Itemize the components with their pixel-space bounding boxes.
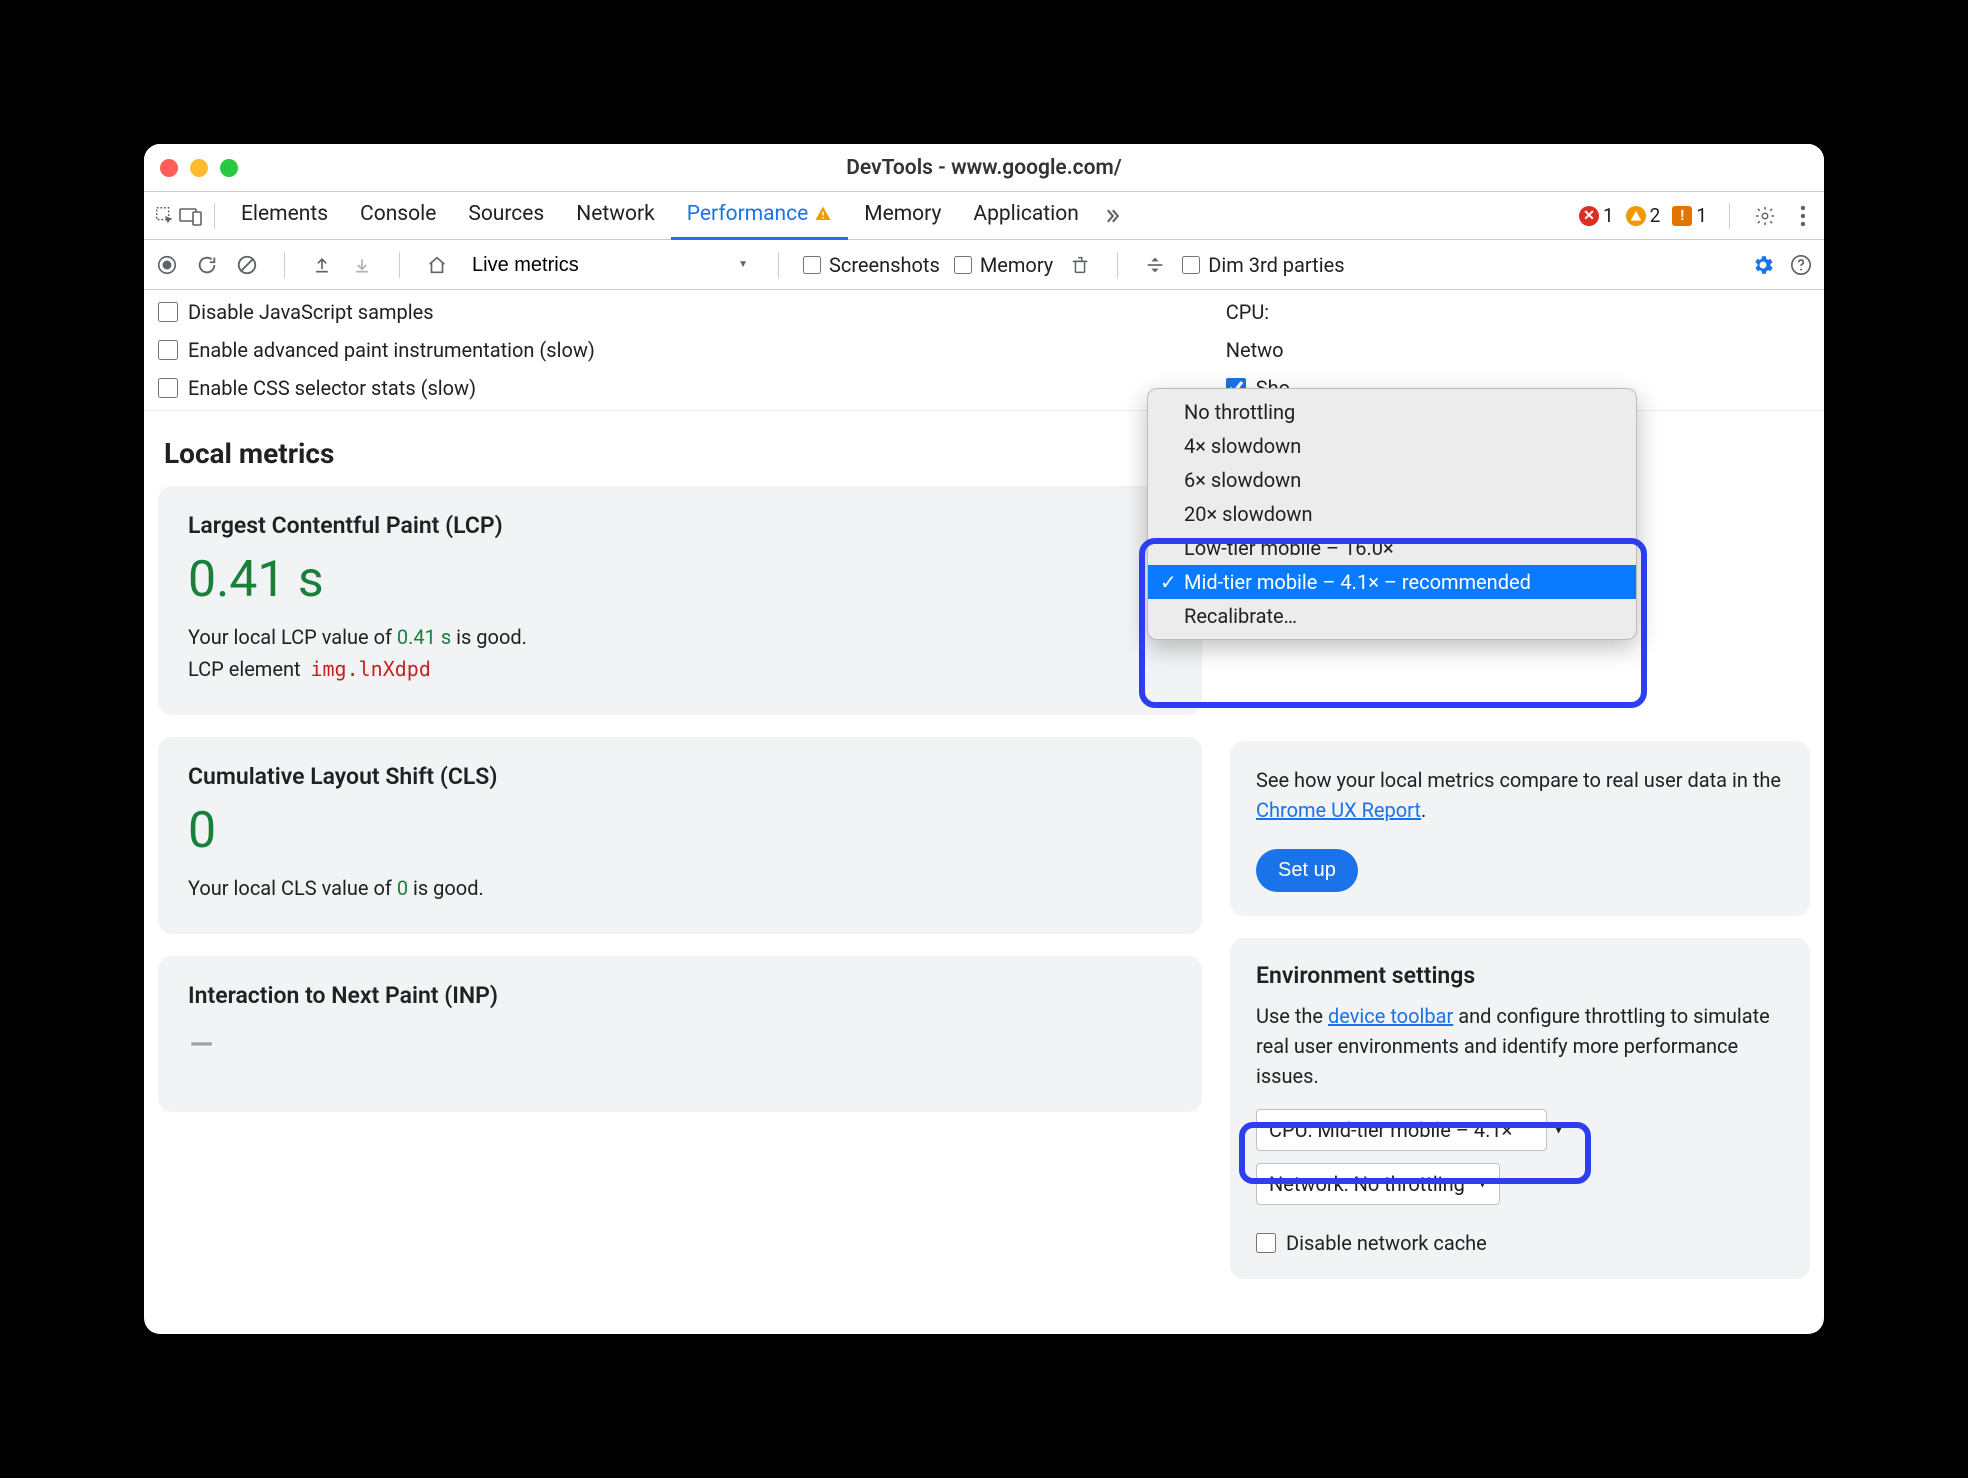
titlebar: DevTools - www.google.com/ (144, 144, 1824, 192)
network-throttle-label: Netwo (1226, 338, 1290, 362)
inp-title: Interaction to Next Paint (INP) (188, 982, 1172, 1009)
panel-settings-icon[interactable] (1750, 252, 1776, 278)
tab-performance[interactable]: Performance (671, 192, 848, 240)
reload-icon[interactable] (194, 252, 220, 278)
more-tabs-icon[interactable] (1099, 203, 1125, 229)
lcp-element-link[interactable]: img.lnXdpd (310, 657, 430, 681)
disable-js-checkbox[interactable]: Disable JavaScript samples (158, 300, 595, 324)
tab-sources[interactable]: Sources (452, 192, 560, 240)
lcp-title: Largest Contentful Paint (LCP) (188, 512, 1172, 539)
inspect-icon[interactable] (152, 203, 178, 229)
tab-memory[interactable]: Memory (848, 192, 957, 240)
inp-card: Interaction to Next Paint (INP) – (158, 956, 1202, 1112)
cpu-option-6x[interactable]: 6× slowdown (1148, 463, 1636, 497)
main-tabbar: Elements Console Sources Network Perform… (144, 192, 1824, 240)
gc-icon[interactable] (1067, 252, 1093, 278)
tab-elements[interactable]: Elements (225, 192, 344, 240)
crux-report-link[interactable]: Chrome UX Report (1256, 798, 1421, 822)
cls-card: Cumulative Layout Shift (CLS) 0 Your loc… (158, 737, 1202, 934)
cpu-option-recalibrate[interactable]: Recalibrate… (1148, 599, 1636, 633)
mode-select[interactable]: Live metrics (464, 250, 754, 280)
cls-title: Cumulative Layout Shift (CLS) (188, 763, 1172, 790)
home-icon[interactable] (424, 252, 450, 278)
device-toolbar-link[interactable]: device toolbar (1328, 1004, 1453, 1028)
device-toolbar-icon[interactable] (178, 203, 204, 229)
cpu-throttle-dropdown[interactable]: No throttling 4× slowdown 6× slowdown 20… (1147, 388, 1637, 640)
clear-icon[interactable] (234, 252, 260, 278)
cls-desc: Your local CLS value of 0 is good. (188, 876, 1172, 900)
cpu-option-no-throttling[interactable]: No throttling (1148, 395, 1636, 429)
errors-badge[interactable]: ✕ 1 (1579, 204, 1614, 227)
performance-toolbar: Live metrics Screenshots Memory Dim 3rd … (144, 240, 1824, 290)
dim-3rd-parties-checkbox[interactable]: Dim 3rd parties (1182, 253, 1344, 277)
setup-button[interactable]: Set up (1256, 849, 1358, 892)
advanced-paint-checkbox[interactable]: Enable advanced paint instrumentation (s… (158, 338, 595, 362)
tab-console[interactable]: Console (344, 192, 452, 240)
error-icon: ✕ (1579, 206, 1599, 226)
lcp-card: Largest Contentful Paint (LCP) 0.41 s Yo… (158, 486, 1202, 715)
help-icon[interactable] (1788, 252, 1814, 278)
cpu-option-4x[interactable]: 4× slowdown (1148, 429, 1636, 463)
lcp-element-row: LCP element img.lnXdpd (188, 657, 1172, 681)
kebab-icon[interactable] (1790, 203, 1816, 229)
window-title: DevTools - www.google.com/ (144, 156, 1824, 180)
cpu-option-20x[interactable]: 20× slowdown (1148, 497, 1636, 531)
env-settings-card: Environment settings Use the device tool… (1230, 938, 1810, 1279)
crux-card: See how your local metrics compare to re… (1230, 741, 1810, 916)
tab-network[interactable]: Network (560, 192, 671, 240)
env-cpu-select[interactable]: CPU: Mid-tier mobile – 4.1× (1256, 1109, 1576, 1151)
lcp-value: 0.41 s (188, 551, 1172, 609)
issue-icon: ! (1672, 206, 1692, 226)
cpu-throttle-label: CPU: (1226, 300, 1290, 324)
issues-badge[interactable]: ! 1 (1672, 204, 1707, 227)
settings-icon[interactable] (1752, 203, 1778, 229)
status-badges: ✕ 1 2 ! 1 (1579, 203, 1816, 229)
cpu-option-low-tier[interactable]: Low-tier mobile – 16.0× (1148, 531, 1636, 565)
env-network-select[interactable]: Network: No throttling (1256, 1163, 1500, 1205)
disable-cache-checkbox[interactable]: Disable network cache (1256, 1231, 1784, 1255)
env-title: Environment settings (1256, 962, 1784, 989)
cls-value: 0 (188, 802, 1172, 860)
tab-performance-label: Performance (687, 202, 808, 226)
screenshots-checkbox[interactable]: Screenshots (803, 253, 940, 277)
tab-application[interactable]: Application (957, 192, 1094, 240)
devtools-window: DevTools - www.google.com/ Elements Cons… (144, 144, 1824, 1334)
lcp-desc: Your local LCP value of 0.41 s is good. (188, 625, 1172, 649)
inp-value: – (188, 1021, 1172, 1070)
download-icon[interactable] (349, 252, 375, 278)
cpu-option-mid-tier[interactable]: Mid-tier mobile – 4.1× – recommended (1148, 565, 1636, 599)
mode-select-input[interactable]: Live metrics (464, 250, 603, 280)
upload-icon[interactable] (309, 252, 335, 278)
css-selector-stats-checkbox[interactable]: Enable CSS selector stats (slow) (158, 376, 595, 400)
memory-checkbox[interactable]: Memory (954, 253, 1053, 277)
warning-icon (814, 205, 832, 223)
warnings-badge[interactable]: 2 (1626, 204, 1661, 227)
record-icon[interactable] (154, 252, 180, 278)
collapse-icon[interactable] (1142, 252, 1168, 278)
local-metrics-heading: Local metrics (164, 437, 1202, 470)
warning-badge-icon (1626, 206, 1646, 226)
